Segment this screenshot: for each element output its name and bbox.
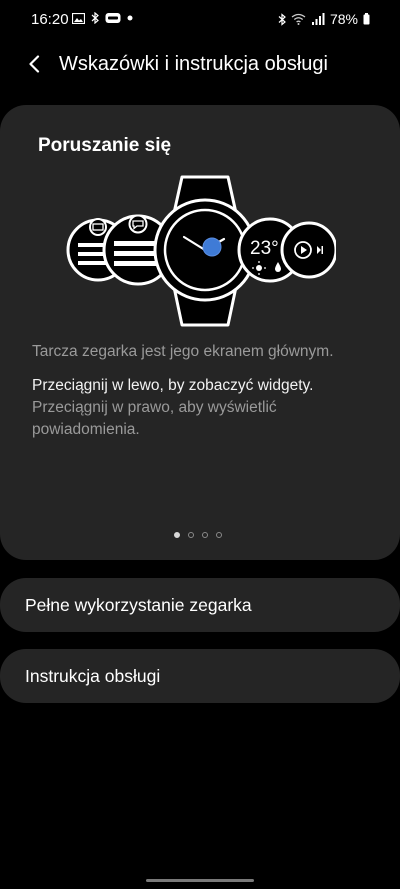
home-indicator[interactable] [146,879,254,882]
more-notifications-icon [127,15,133,21]
page-title: Wskazówki i instrukcja obsługi [59,53,328,75]
back-arrow-icon [29,55,40,73]
page-dot-2[interactable] [188,532,194,538]
card-title: Poruszanie się [38,135,172,156]
full-usage-button[interactable]: Pełne wykorzystanie zegarka [0,578,400,632]
page-indicator [174,532,222,538]
widget-temperature: 23° [250,238,279,259]
status-bar: 16:20 78% [0,0,400,40]
page-dot-4[interactable] [216,532,222,538]
media-widget-screen [280,221,336,279]
card-description: Tarcza zegarka jest jego ekranem głównym… [32,343,334,360]
full-usage-label: Pełne wykorzystanie zegarka [25,595,252,615]
back-button[interactable] [20,50,48,78]
page-dot-1[interactable] [174,532,180,538]
touch-indicator [202,237,222,257]
bluetooth-icon [278,12,286,26]
battery-percent: 78% [329,11,358,27]
swipe-left-hint: Przeciągnij w lewo, by zobaczyć widgety. [32,377,314,394]
page-dot-3[interactable] [202,532,208,538]
tip-card[interactable]: Poruszanie się 23° Tarcza zegarka jest j… [0,105,400,560]
gallery-icon [72,12,85,24]
user-manual-button[interactable]: Instrukcja obsługi [0,649,400,703]
battery-icon [363,13,370,25]
wifi-icon [291,13,306,25]
status-time: 16:20 [31,11,69,28]
signal-icon [311,13,325,25]
swipe-right-hint: Przeciągnij w prawo, aby wyświetlić powi… [32,399,277,438]
app-header: Wskazówki i instrukcja obsługi [0,44,400,84]
wear-app-icon [105,13,121,23]
watch-navigation-illustration: 23° [66,175,336,327]
system-icons: 78% [278,11,370,27]
notification-icons [72,12,133,24]
user-manual-label: Instrukcja obsługi [25,666,161,686]
bluetooth-small-icon [91,12,99,24]
